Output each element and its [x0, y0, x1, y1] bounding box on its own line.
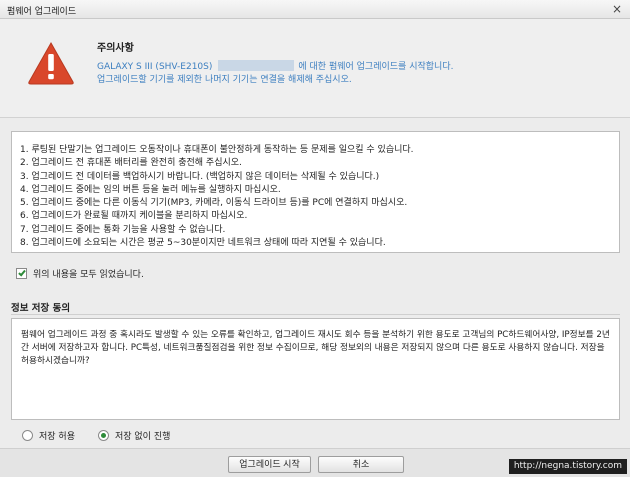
warning-triangle-icon [28, 41, 74, 85]
cancel-button[interactable]: 취소 [318, 456, 404, 473]
consent-text: 펌웨어 업그레이드 과정 중 혹시라도 발생할 수 있는 오류를 확인하고, 업… [21, 330, 610, 366]
instruction-item: 6. 업그레이드가 완료될 때까지 케이블을 분리하지 마십시오. [20, 211, 248, 222]
title-bar: 펌웨어 업그레이드 × [0, 0, 630, 19]
button-bar: 업그레이드 시작 취소 http://negna.tistory.com [0, 448, 630, 477]
close-icon[interactable]: × [609, 1, 625, 17]
instruction-item: 1. 루팅된 단말기는 업그레이드 오동작이나 휴대폰이 불안정하게 동작하는 … [20, 145, 414, 155]
notice-header: 주의사항 GALAXY S III (SHV-E210S) 에 대한 펌웨어 업그… [0, 19, 630, 118]
instruction-item: 4. 업그레이드 중에는 임의 버튼 등을 눌러 메뉴를 실행하지 마십시오. [20, 184, 281, 195]
redacted-area [218, 60, 295, 71]
instruction-item: 5. 업그레이드 중에는 다른 이동식 기기(MP3, 카메라, 이동식 드라이… [20, 198, 408, 209]
radio-allow-storage[interactable]: 저장 허용 [22, 429, 75, 442]
storage-radio-group: 저장 허용 저장 없이 진행 [22, 429, 170, 442]
window-title: 펌웨어 업그레이드 [7, 7, 77, 17]
watermark: http://negna.tistory.com [508, 459, 627, 474]
notice-line-2: 업그레이드할 기기를 제외한 나머지 기기는 연결을 해제해 주십시오. [97, 75, 352, 85]
section-divider [11, 314, 620, 315]
notice-title: 주의사항 [97, 43, 134, 54]
instruction-item: 8. 업그레이드에 소요되는 시간은 평균 5~30분이지만 네트워크 상태에 … [20, 238, 386, 249]
instruction-item: 7. 업그레이드 중에는 통화 기능을 사용할 수 없습니다. [20, 224, 226, 235]
consent-section-title: 정보 저장 동의 [11, 303, 71, 314]
device-name: GALAXY S III (SHV-E210S) [97, 62, 213, 72]
notice-line-1: GALAXY S III (SHV-E210S) 에 대한 펌웨어 업그레이드를 … [97, 59, 453, 72]
radio-button[interactable] [97, 430, 109, 441]
agree-checkbox-row[interactable]: 위의 내용을 모두 읽었습니다. [16, 267, 144, 280]
radio-label: 저장 허용 [39, 432, 75, 442]
instructions-box: 1. 루팅된 단말기는 업그레이드 오동작이나 휴대폰이 불안정하게 동작하는 … [11, 131, 620, 253]
radio-button[interactable] [22, 430, 33, 441]
check-icon [18, 268, 26, 277]
radio-proceed-without-storage[interactable]: 저장 없이 진행 [97, 429, 171, 442]
agree-checkbox[interactable] [16, 268, 27, 279]
radio-label: 저장 없이 진행 [114, 432, 171, 442]
consent-text-box: 펌웨어 업그레이드 과정 중 혹시라도 발생할 수 있는 오류를 확인하고, 업… [11, 318, 620, 420]
instruction-item: 2. 업그레이드 전 휴대폰 배터리를 완전히 충전해 주십시오. [20, 158, 242, 169]
instructions-list: 1. 루팅된 단말기는 업그레이드 오동작이나 휴대폰이 불안정하게 동작하는 … [12, 132, 619, 250]
start-upgrade-button[interactable]: 업그레이드 시작 [228, 456, 311, 473]
instruction-item: 3. 업그레이드 전 데이터를 백업하시기 바랍니다. (백업하지 않은 데이터… [20, 171, 380, 182]
notice-line-1-end: 에 대한 펌웨어 업그레이드를 시작합니다. [298, 62, 454, 72]
agree-label: 위의 내용을 모두 읽었습니다. [33, 270, 144, 280]
